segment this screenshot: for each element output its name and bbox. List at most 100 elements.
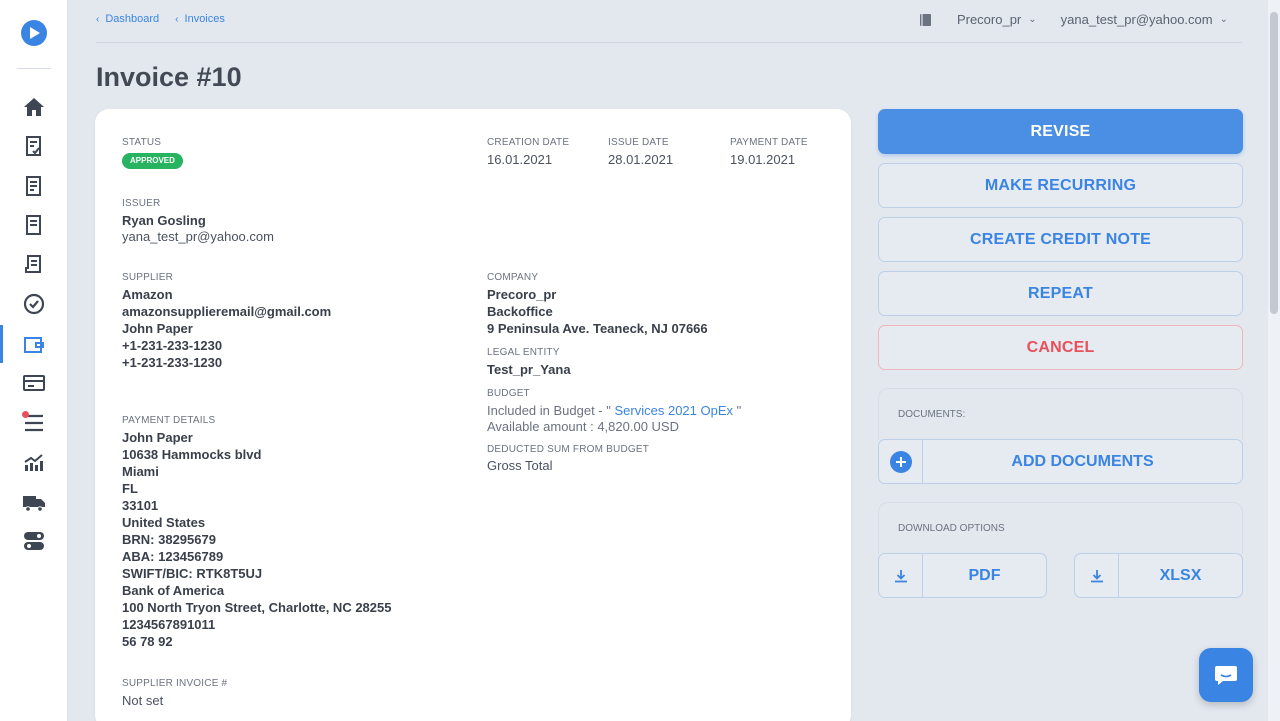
home-icon [24, 98, 44, 116]
issue-date-label: ISSUE DATE [608, 137, 669, 148]
supplier-invoice-value: Not set [122, 693, 164, 708]
header-right: Precoro_pr ⌄ yana_test_pr@yahoo.com ⌄ [919, 12, 1228, 27]
page-scrollbar[interactable] [1268, 0, 1280, 721]
payment-details: John Paper 10638 Hammocks blvd Miami FL … [122, 429, 391, 650]
app-logo-icon[interactable] [21, 20, 47, 46]
sidebar [0, 0, 68, 721]
sidebar-item-analytics[interactable] [0, 443, 68, 481]
cancel-button[interactable]: CANCEL [878, 325, 1243, 370]
breadcrumb-invoices[interactable]: ‹ Invoices [175, 13, 225, 25]
wallet-icon [24, 337, 44, 353]
make-recurring-button[interactable]: MAKE RECURRING [878, 163, 1243, 208]
payment-date-label: PAYMENT DATE [730, 137, 808, 148]
budget-included: Included in Budget - " Services 2021 OpE… [487, 403, 742, 418]
status-badge: APPROVED [122, 153, 183, 169]
add-icon-wrapper [879, 440, 923, 483]
sidebar-item-settings[interactable] [0, 522, 68, 560]
download-xlsx-button[interactable]: XLSX [1074, 553, 1243, 598]
supplier-email: amazonsupplieremail@gmail.com [122, 304, 332, 319]
payment-line: BRN: 38295679 [122, 532, 216, 547]
payment-line: 100 North Tryon Street, Charlotte, NC 28… [122, 600, 392, 615]
header-divider [96, 42, 1242, 43]
supplier-info: Amazon amazonsupplieremail@gmail.com Joh… [122, 286, 331, 371]
create-credit-note-button[interactable]: CREATE CREDIT NOTE [878, 217, 1243, 262]
xlsx-label: XLSX [1159, 566, 1202, 584]
add-documents-button[interactable]: ADD DOCUMENTS [878, 439, 1243, 484]
payment-line: 56 78 92 [122, 634, 173, 649]
page-title: Invoice #10 [96, 62, 242, 92]
truck-icon [23, 496, 45, 512]
supplier-contact: John Paper [122, 321, 193, 336]
sidebar-item-receipts[interactable] [0, 246, 68, 284]
sidebar-item-purchase-requisitions[interactable] [0, 167, 68, 205]
document-check-icon [26, 136, 41, 156]
notification-dot [22, 411, 29, 418]
invoice-details-card: STATUS APPROVED CREATION DATE 16.01.2021… [95, 109, 851, 721]
book-icon[interactable] [919, 13, 933, 27]
payment-line: United States [122, 515, 206, 530]
supplier-phone-2: +1-231-233-1230 [122, 355, 223, 370]
add-documents-label: ADD DOCUMENTS [1011, 452, 1154, 470]
document-icon [26, 176, 41, 196]
supplier-invoice-label: SUPPLIER INVOICE # [122, 678, 228, 689]
company-dropdown[interactable]: Precoro_pr ⌄ [957, 12, 1037, 27]
plus-circle-icon [889, 450, 912, 473]
repeat-button[interactable]: REPEAT [878, 271, 1243, 316]
download-icon-wrapper [879, 554, 923, 597]
chat-support-button[interactable] [1199, 648, 1253, 702]
payment-line: FL [122, 481, 138, 496]
download-icon-wrapper [1075, 554, 1119, 597]
creation-date-value: 16.01.2021 [487, 152, 553, 167]
sidebar-item-payments[interactable] [0, 364, 68, 402]
payment-line: 33101 [122, 498, 159, 513]
sidebar-item-invoices[interactable] [0, 325, 68, 363]
creation-date-label: CREATION DATE [487, 137, 570, 148]
payment-line: SWIFT/BIC: RTK8T5UJ [122, 566, 263, 581]
payment-line: ABA: 123456789 [122, 549, 224, 564]
chevron-left-icon: ‹ [96, 13, 100, 25]
chevron-left-icon: ‹ [175, 13, 179, 25]
scrollbar-thumb[interactable] [1270, 12, 1278, 314]
payment-line: 1234567891011 [122, 617, 216, 632]
user-dropdown[interactable]: yana_test_pr@yahoo.com ⌄ [1061, 12, 1228, 27]
legal-entity-label: LEGAL ENTITY [487, 347, 560, 358]
company-address: 9 Peninsula Ave. Teaneck, NJ 07666 [487, 321, 708, 336]
revise-button[interactable]: REVISE [878, 109, 1243, 154]
deducted-value: Gross Total [487, 458, 553, 473]
breadcrumb-dashboard[interactable]: ‹ Dashboard [96, 13, 159, 25]
payment-date-value: 19.01.2021 [730, 152, 796, 167]
sidebar-item-home[interactable] [0, 88, 68, 126]
breadcrumb: ‹ Dashboard ‹ Invoices [96, 13, 225, 25]
chevron-down-icon: ⌄ [1219, 14, 1228, 25]
sidebar-item-suppliers[interactable] [0, 483, 68, 521]
budget-link[interactable]: Services 2021 OpEx [615, 403, 734, 418]
documents-label: DOCUMENTS: [898, 409, 966, 420]
sidebar-item-approved[interactable] [0, 285, 68, 323]
chart-icon [24, 454, 43, 471]
payment-line: 10638 Hammocks blvd [122, 447, 262, 462]
issuer-name: Ryan Gosling [122, 213, 206, 228]
issue-date-value: 28.01.2021 [608, 152, 674, 167]
issuer-email: yana_test_pr@yahoo.com [122, 229, 274, 244]
download-icon [894, 569, 907, 582]
check-circle-icon [23, 293, 45, 315]
pdf-label: PDF [968, 566, 1001, 584]
sidebar-divider [17, 68, 51, 69]
payment-details-label: PAYMENT DETAILS [122, 415, 216, 426]
deducted-label: DEDUCTED SUM FROM BUDGET [487, 444, 650, 455]
sidebar-item-purchase-orders[interactable] [0, 206, 68, 244]
company-info: Precoro_pr Backoffice 9 Peninsula Ave. T… [487, 286, 708, 337]
company-name: Precoro_pr [487, 287, 557, 302]
toggles-icon [24, 532, 44, 550]
sidebar-item-approvals[interactable] [0, 127, 68, 165]
chat-icon [1215, 666, 1237, 685]
sidebar-item-list[interactable] [0, 404, 68, 442]
supplier-phone: +1-231-233-1230 [122, 338, 223, 353]
budget-label: BUDGET [487, 388, 530, 399]
download-pdf-button[interactable]: PDF [878, 553, 1047, 598]
payment-line: Bank of America [122, 583, 225, 598]
credit-card-icon [23, 375, 45, 391]
supplier-name: Amazon [122, 287, 173, 302]
company-department: Backoffice [487, 304, 553, 319]
legal-entity-value: Test_pr_Yana [487, 362, 571, 377]
